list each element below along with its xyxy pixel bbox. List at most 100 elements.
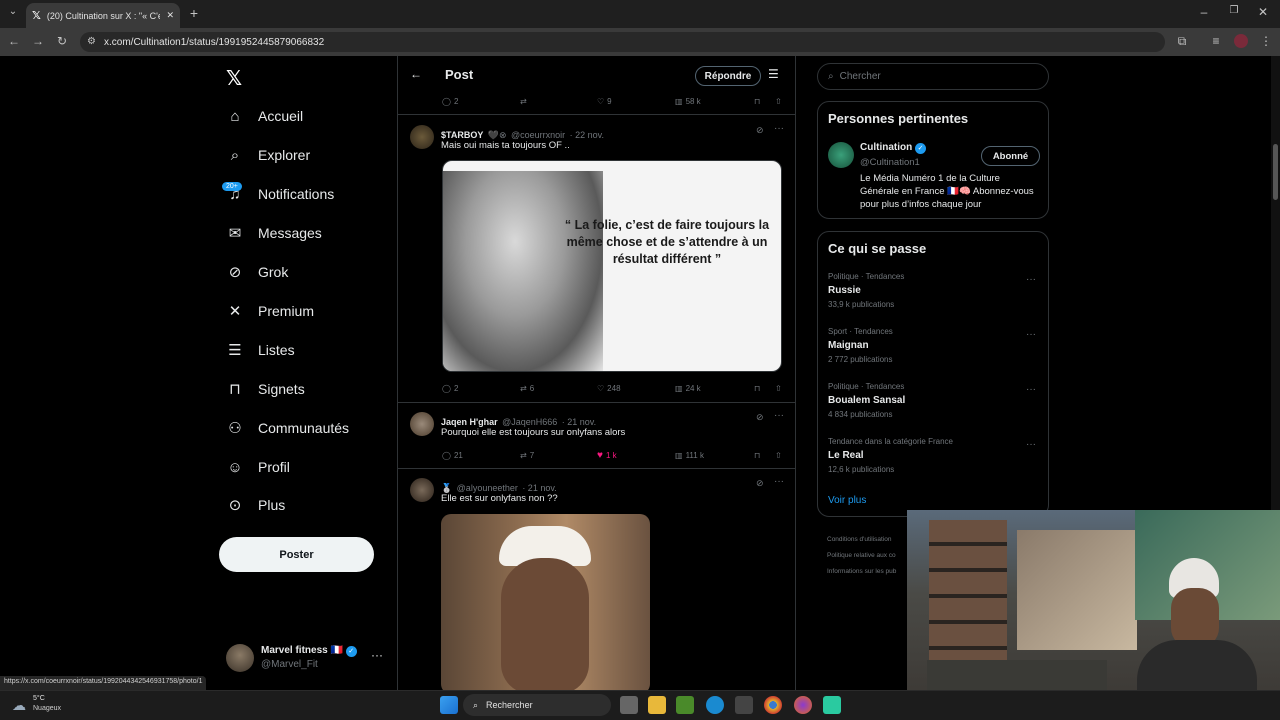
like-action[interactable]: ♥ 1 k [597,450,617,461]
share-action[interactable]: ⇧ [775,384,782,393]
reply-post[interactable]: $TARBOY 🖤⊗ @coeurrxnoir · 22 nov. ⊘ ··· … [398,115,795,401]
nav-item-notifications[interactable]: ♫ Notifications [226,179,334,209]
close-window-icon[interactable]: ✕ [1255,5,1271,19]
nav-item-messages[interactable]: ✉ Messages [226,218,322,248]
site-info-icon[interactable]: ⚙ [87,36,96,47]
store-icon[interactable] [735,696,753,714]
reply-post[interactable]: 🥈 @alyouneether · 21 nov. ⊘ ··· Elle est… [398,469,795,690]
bookmark-action[interactable]: ⊓ [754,451,760,460]
task-view-icon[interactable] [620,696,638,714]
user-handle[interactable]: @coeurrxnoir [511,130,565,140]
windows-start-icon[interactable] [440,696,458,714]
app-icon[interactable] [823,696,841,714]
footer-link[interactable]: Informations sur les pub [827,564,896,580]
edge-icon[interactable] [706,696,724,714]
reply-action[interactable]: ◯ 2 [442,384,458,393]
user-handle[interactable]: @JaqenH666 [502,417,557,427]
firefox-icon[interactable] [794,696,812,714]
post-date[interactable]: · 21 nov. [522,483,556,493]
post-video-thumbnail[interactable] [441,514,650,690]
scrollbar-thumb[interactable] [1273,144,1278,200]
views-action[interactable]: ▥ 58 k [675,97,701,106]
new-tab-icon[interactable]: + [186,5,202,21]
nav-item-communautés[interactable]: ⚇ Communautés [226,413,349,443]
grok-icon[interactable]: ⊘ [756,412,764,423]
repost-action[interactable]: ⇄ [520,97,527,106]
reply-post[interactable]: Jaqen H'ghar @JaqenH666 · 21 nov. ⊘ ··· … [398,403,795,468]
like-action[interactable]: ♡ 248 [597,384,621,393]
nvidia-icon[interactable] [676,696,694,714]
share-action[interactable]: ⇧ [775,451,782,460]
tab-list-icon[interactable]: ⌄ [5,6,21,17]
more-dots-icon[interactable]: ··· [371,648,383,662]
share-action[interactable]: ⇧ [775,97,782,106]
nav-item-grok[interactable]: ⊘ Grok [226,257,289,287]
back-arrow-icon[interactable]: ← [410,67,422,81]
nav-item-accueil[interactable]: ⌂ Accueil [226,101,303,131]
bookmark-action[interactable]: ⊓ [754,384,760,393]
more-dots-icon[interactable]: ··· [1026,439,1036,450]
show-more-link[interactable]: Voir plus [828,495,866,506]
reply-action[interactable]: ◯ 21 [442,451,463,460]
profile-avatar[interactable] [1234,34,1248,48]
user-avatar[interactable] [410,478,434,502]
footer-link[interactable]: Politique relative aux co [827,548,896,564]
browser-tab[interactable]: 𝕏 (20) Cultination sur X : "« C'est la ✕ [26,3,180,28]
more-dots-icon[interactable]: ··· [1026,384,1036,395]
trend-item[interactable]: Sport · Tendances Maignan 2 772 publicatio… [828,327,1040,375]
post-date[interactable]: · 22 nov. [570,130,604,140]
nav-item-premium[interactable]: ✕ Premium [226,296,314,326]
trend-item[interactable]: Politique · Tendances Russie 33,9 k public… [828,272,1040,320]
x-logo-icon[interactable]: 𝕏 [226,66,242,91]
repost-action[interactable]: ⇄ 6 [520,384,534,393]
user-handle[interactable]: @alyouneether [457,483,518,493]
taskbar-search[interactable]: ⌕ Rechercher [463,694,611,716]
relevant-handle[interactable]: @Cultination1 [860,157,920,168]
chrome-icon[interactable] [764,696,782,714]
views-action[interactable]: ▥ 111 k [675,451,704,460]
close-tab-icon[interactable]: ✕ [166,10,174,21]
more-dots-icon[interactable]: ··· [774,476,784,487]
grok-icon[interactable]: ⊘ [756,478,764,489]
account-switcher[interactable]: Marvel fitness 🇫🇷 ✓ @Marvel_Fit ··· [226,644,396,674]
nav-item-plus[interactable]: ⊙ Plus [226,490,286,520]
repost-action[interactable]: ⇄ 7 [520,451,534,460]
menu-icon[interactable]: ⋮ [1258,34,1274,48]
reply-action[interactable]: ◯ 2 [442,97,458,106]
post-date[interactable]: · 21 nov. [562,417,596,427]
forward-icon[interactable]: → [30,34,46,48]
restore-icon[interactable]: ❐ [1226,5,1242,16]
search-input[interactable]: ⌕ Chercher [817,63,1049,90]
cultination-avatar[interactable] [828,142,854,168]
address-bar[interactable]: ⚙ x.com/Cultination1/status/199195244587… [80,32,1165,52]
minimize-icon[interactable]: – [1196,5,1212,19]
more-dots-icon[interactable]: ··· [774,410,784,421]
user-avatar[interactable] [410,125,434,149]
user-name[interactable]: $TARBOY [441,130,483,140]
trend-item[interactable]: Tendance dans la catégorie France Le Real… [828,437,1040,485]
nav-item-profil[interactable]: ☺ Profil [226,452,290,482]
media-icon[interactable]: ≡ [1208,34,1224,48]
cloud-weather-icon[interactable]: ☁ [12,697,26,714]
reload-icon[interactable]: ↻ [54,34,70,48]
extensions-icon[interactable]: ⧉ [1174,34,1190,49]
trend-item[interactable]: Politique · Tendances Boualem Sansal 4 834… [828,382,1040,430]
nav-item-signets[interactable]: ⊓ Signets [226,374,305,404]
more-dots-icon[interactable]: ··· [774,123,784,134]
bookmark-action[interactable]: ⊓ [754,97,760,106]
footer-link[interactable]: Conditions d'utilisation [827,532,896,548]
following-button[interactable]: Abonné [981,146,1040,166]
back-icon[interactable]: ← [6,34,22,48]
views-action[interactable]: ▥ 24 k [675,384,701,393]
more-dots-icon[interactable]: ··· [1026,274,1036,285]
reply-button[interactable]: Répondre [695,66,761,86]
like-action[interactable]: ♡ 9 [597,97,612,106]
post-button[interactable]: Poster [219,537,374,572]
user-avatar[interactable] [410,412,434,436]
more-dots-icon[interactable]: ··· [1026,329,1036,340]
relevant-name[interactable]: Cultination [860,142,912,153]
nav-item-explorer[interactable]: ⌕ Explorer [226,140,310,170]
post-image[interactable]: “ La folie, c’est de faire toujours la m… [442,160,782,372]
nav-item-listes[interactable]: ☰ Listes [226,335,294,365]
file-explorer-icon[interactable] [648,696,666,714]
